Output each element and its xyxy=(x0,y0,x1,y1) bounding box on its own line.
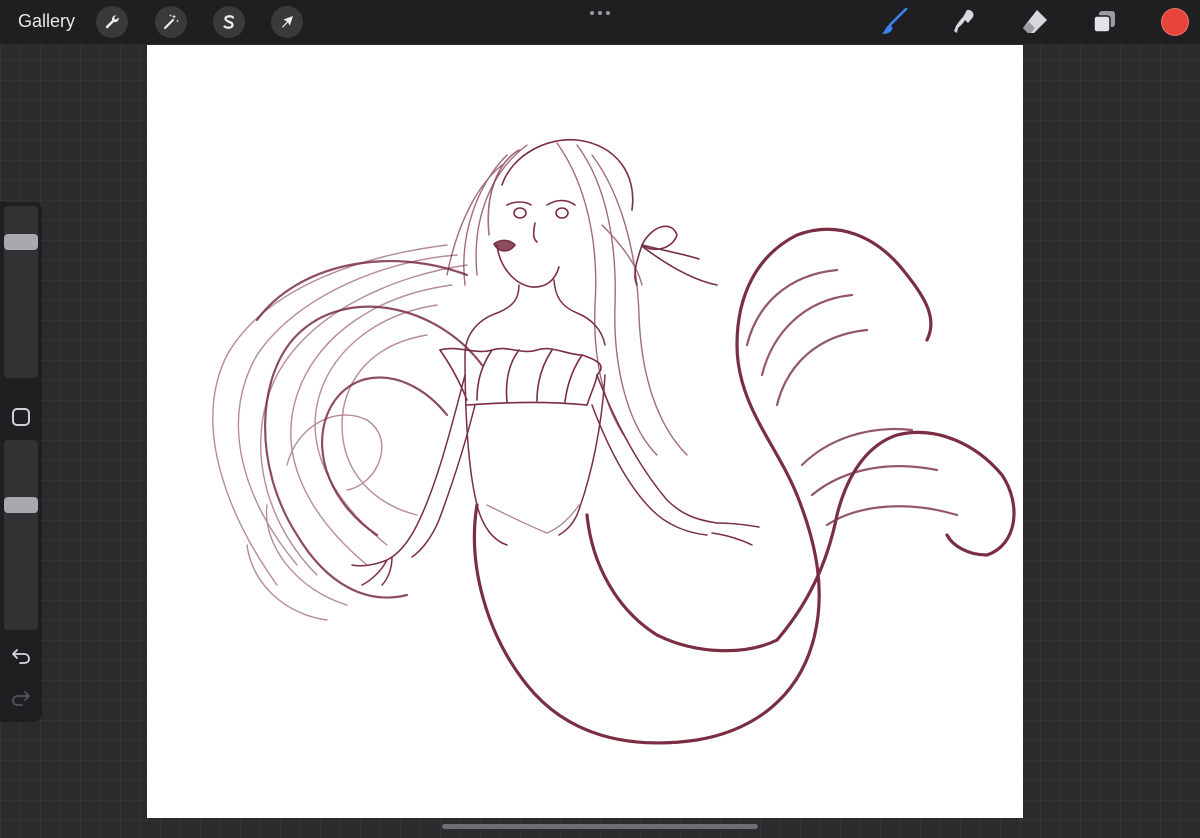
smudge-icon xyxy=(954,9,974,34)
modify-button[interactable] xyxy=(12,408,30,426)
more-menu[interactable] xyxy=(588,8,612,18)
gallery-button[interactable]: Gallery xyxy=(18,11,75,32)
layers-icon xyxy=(1093,11,1115,33)
selection-s-icon xyxy=(223,15,235,29)
mermaid-sketch xyxy=(212,138,1016,745)
undo-button[interactable] xyxy=(10,644,32,666)
undo-icon xyxy=(12,649,30,664)
paint-tool-button[interactable] xyxy=(878,6,910,38)
smudge-tool-button[interactable] xyxy=(948,6,980,38)
magic-wand-icon xyxy=(163,14,179,30)
redo-button[interactable] xyxy=(10,686,32,708)
side-toolbar xyxy=(0,202,42,722)
brush-size-thumb[interactable] xyxy=(4,234,38,251)
eraser-icon xyxy=(1023,10,1047,33)
drawing-canvas[interactable] xyxy=(147,45,1023,818)
top-toolbar: Gallery xyxy=(0,0,1200,44)
layers-button[interactable] xyxy=(1089,6,1121,38)
color-picker-button[interactable] xyxy=(1161,8,1189,36)
wrench-icon xyxy=(105,15,119,29)
brush-size-slider[interactable] xyxy=(4,206,38,378)
transform-button[interactable] xyxy=(271,6,303,38)
selection-button[interactable] xyxy=(213,6,245,38)
actions-button[interactable] xyxy=(96,6,128,38)
redo-icon xyxy=(12,691,30,706)
brush-icon xyxy=(882,7,908,34)
home-indicator xyxy=(442,824,758,829)
ellipsis-icon xyxy=(590,11,594,15)
erase-tool-button[interactable] xyxy=(1019,6,1051,38)
arrow-cursor-icon xyxy=(282,16,293,28)
adjustments-button[interactable] xyxy=(155,6,187,38)
opacity-slider[interactable] xyxy=(4,440,38,630)
opacity-thumb[interactable] xyxy=(4,497,38,514)
